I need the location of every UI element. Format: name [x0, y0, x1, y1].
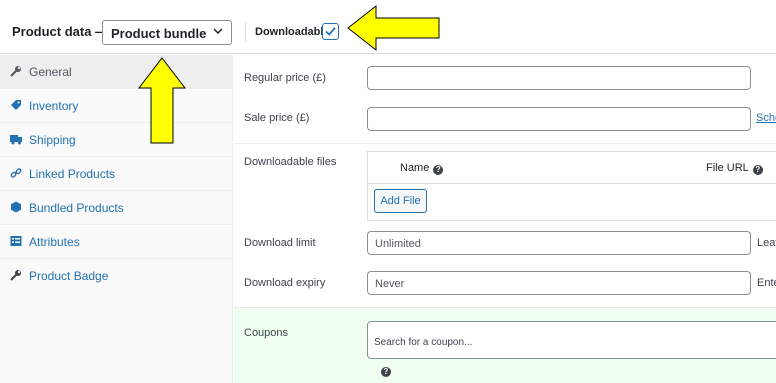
tab-linked-products[interactable]: Linked Products — [0, 157, 233, 191]
help-icon[interactable]: ? — [381, 367, 391, 377]
product-data-tabs: General Inventory Shipping Linked Produc… — [0, 55, 233, 383]
tab-product-badge-label: Product Badge — [29, 269, 109, 283]
checkmark-icon — [325, 27, 336, 36]
downloadable-checkbox[interactable] — [322, 23, 339, 40]
wrench-icon — [10, 270, 21, 281]
section-divider — [234, 143, 776, 144]
files-table-header: Name? File URL? — [368, 152, 776, 184]
schedule-link[interactable]: Sche — [756, 112, 776, 124]
tab-product-badge[interactable]: Product Badge — [0, 259, 233, 293]
download-expiry-hint: Ente — [757, 277, 776, 289]
wrench-icon — [10, 66, 21, 77]
annotation-arrow-up — [137, 57, 187, 144]
tab-inventory[interactable]: Inventory — [0, 89, 233, 123]
tab-general-label: General — [29, 65, 72, 79]
product-type-select[interactable]: Product bundle — [102, 20, 232, 45]
link-icon — [10, 168, 22, 178]
hexagon-icon — [11, 201, 21, 213]
help-icon[interactable]: ? — [752, 165, 763, 175]
tab-inventory-label: Inventory — [29, 99, 79, 113]
downloadable-files-table: Name? File URL? Add File — [367, 151, 776, 221]
sale-price-input[interactable] — [367, 107, 751, 131]
sale-price-label: Sale price (£) — [244, 112, 310, 124]
tag-icon — [11, 100, 21, 110]
coupons-section: Coupons Search for a coupon... ? — [234, 307, 776, 383]
download-expiry-label: Download expiry — [244, 277, 326, 289]
tab-bundled-products-label: Bundled Products — [29, 201, 124, 215]
product-data-title: Product data — — [12, 24, 109, 39]
regular-price-input[interactable] — [367, 66, 751, 90]
tab-linked-products-label: Linked Products — [29, 167, 116, 181]
download-limit-label: Download limit — [244, 237, 316, 249]
coupon-search-input[interactable]: Search for a coupon... — [367, 321, 776, 359]
files-col-name: Name? — [400, 162, 444, 175]
download-limit-hint: Leav — [757, 237, 776, 249]
tab-shipping-label: Shipping — [29, 133, 76, 147]
downloadable-files-label: Downloadable files — [244, 156, 337, 168]
tab-general[interactable]: General — [0, 55, 233, 89]
files-col-url: File URL? — [706, 162, 763, 175]
truck-icon — [10, 135, 22, 145]
tab-bundled-products[interactable]: Bundled Products — [0, 191, 233, 225]
add-file-button[interactable]: Add File — [374, 189, 427, 213]
tab-attributes-label: Attributes — [29, 235, 80, 249]
product-type-value: Product bundle — [111, 26, 207, 41]
chevron-down-icon — [213, 28, 223, 35]
help-icon[interactable]: ? — [433, 165, 444, 175]
regular-price-label: Regular price (£) — [244, 72, 326, 84]
download-expiry-input[interactable]: Never — [367, 271, 751, 295]
header-divider — [245, 22, 246, 42]
tab-attributes[interactable]: Attributes — [0, 225, 233, 259]
coupons-label: Coupons — [244, 327, 289, 339]
general-panel: Regular price (£) Sale price (£) Sche Do… — [234, 55, 776, 383]
list-icon — [10, 236, 22, 246]
download-limit-input[interactable]: Unlimited — [367, 231, 751, 255]
annotation-arrow-left — [347, 4, 440, 52]
tab-shipping[interactable]: Shipping — [0, 123, 233, 157]
